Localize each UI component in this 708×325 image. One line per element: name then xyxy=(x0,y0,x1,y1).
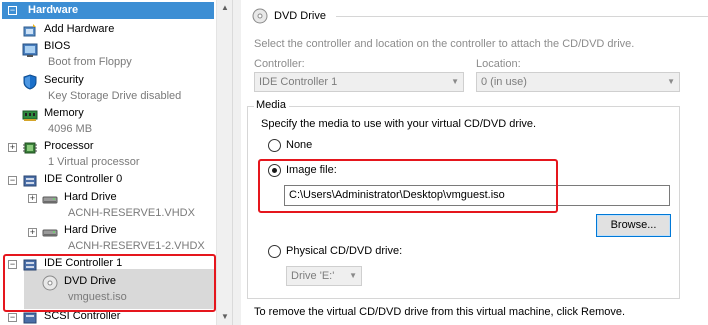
title-separator xyxy=(336,16,708,17)
tree-item-label: Security xyxy=(44,74,84,86)
physical-drive-radio-label[interactable]: Physical CD/DVD drive: xyxy=(286,245,402,257)
image-file-radio-label[interactable]: Image file: xyxy=(286,164,337,176)
panel-title: DVD Drive xyxy=(274,10,326,22)
remove-hint: To remove the virtual CD/DVD drive from … xyxy=(254,306,626,318)
tree-item-label: Hard Drive xyxy=(64,224,117,236)
collapse-ide0-icon[interactable]: − xyxy=(8,176,17,185)
dvd-disc-icon xyxy=(42,275,58,291)
controller-select-value: IDE Controller 1 xyxy=(259,76,338,88)
location-select-value: 0 (in use) xyxy=(481,76,527,88)
collapse-scsi-icon[interactable]: − xyxy=(8,313,17,322)
processor-icon xyxy=(23,142,37,154)
tree-item-label: SCSI Controller xyxy=(44,310,121,322)
scsi-controller-icon xyxy=(23,312,37,324)
image-file-path-input[interactable]: C:\Users\Administrator\Desktop\vmguest.i… xyxy=(284,185,670,206)
ide-controller-icon xyxy=(23,259,37,271)
hard-drive-icon xyxy=(42,229,58,237)
browse-button[interactable]: Browse... xyxy=(596,214,671,237)
location-label: Location: xyxy=(476,58,521,70)
none-radio-label[interactable]: None xyxy=(286,139,312,151)
scroll-down-icon[interactable]: ▼ xyxy=(217,309,233,325)
tree-item-label: IDE Controller 0 xyxy=(44,173,123,185)
scroll-up-icon[interactable]: ▲ xyxy=(217,0,233,16)
tree-item-label: DVD Drive xyxy=(64,275,116,287)
tree-item-label: Add Hardware xyxy=(44,23,115,35)
tree-item-sublabel: Key Storage Drive disabled xyxy=(48,90,182,102)
physical-drive-select-value: Drive 'E:' xyxy=(291,270,335,282)
tree-item-label: Memory xyxy=(44,107,84,119)
hardware-header-label: Hardware xyxy=(28,4,79,16)
physical-drive-radio[interactable] xyxy=(268,245,281,258)
hardware-tree: − Hardware Add Hardware BIOS Boot from F… xyxy=(0,0,216,325)
tree-item-sublabel: 4096 MB xyxy=(48,123,93,135)
media-group-title: Media xyxy=(254,99,289,111)
controller-select[interactable]: IDE Controller 1 ▼ xyxy=(254,72,464,92)
chevron-down-icon: ▼ xyxy=(451,77,459,86)
bios-icon xyxy=(22,43,38,57)
controller-label: Controller: xyxy=(254,58,305,70)
pane-splitter[interactable] xyxy=(233,0,241,325)
chevron-down-icon: ▼ xyxy=(667,77,675,86)
tree-scrollbar[interactable]: ▲ ▼ xyxy=(216,0,233,325)
tree-item-label: Hard Drive xyxy=(64,191,117,203)
tree-item-label: IDE Controller 1 xyxy=(44,257,123,269)
panel-description: Select the controller and location on th… xyxy=(254,38,635,50)
expand-hard-drive-2-icon[interactable]: + xyxy=(28,228,37,237)
hard-drive-icon xyxy=(42,196,58,204)
location-select[interactable]: 0 (in use) ▼ xyxy=(476,72,680,92)
tree-item-sublabel: 1 Virtual processor xyxy=(48,156,140,168)
expand-hard-drive-1-icon[interactable]: + xyxy=(28,194,37,203)
dvd-disc-icon xyxy=(252,8,268,24)
tree-item-sublabel: Boot from Floppy xyxy=(48,56,132,68)
ide-controller-icon xyxy=(23,175,37,187)
shield-icon xyxy=(23,74,37,90)
none-radio[interactable] xyxy=(268,139,281,152)
hardware-header[interactable]: − Hardware xyxy=(2,2,214,19)
dvd-settings-panel: DVD Drive Select the controller and loca… xyxy=(241,0,708,325)
tree-item-sublabel: ACNH-RESERVE1.VHDX xyxy=(68,207,195,219)
tree-item-label: Processor xyxy=(44,140,94,152)
tree-item-label: BIOS xyxy=(44,40,71,52)
image-file-radio[interactable] xyxy=(268,164,281,177)
collapse-icon[interactable]: − xyxy=(8,6,17,15)
collapse-ide1-icon[interactable]: − xyxy=(8,260,17,269)
media-description: Specify the media to use with your virtu… xyxy=(261,118,537,130)
physical-drive-select[interactable]: Drive 'E:' ▼ xyxy=(286,266,362,286)
tree-item-sublabel: ACNH-RESERVE1-2.VHDX xyxy=(68,240,205,252)
expand-processor-icon[interactable]: + xyxy=(8,143,17,152)
memory-icon xyxy=(22,110,38,121)
add-hardware-icon xyxy=(23,24,36,37)
chevron-down-icon: ▼ xyxy=(349,271,357,280)
tree-item-sublabel: vmguest.iso xyxy=(68,291,127,303)
